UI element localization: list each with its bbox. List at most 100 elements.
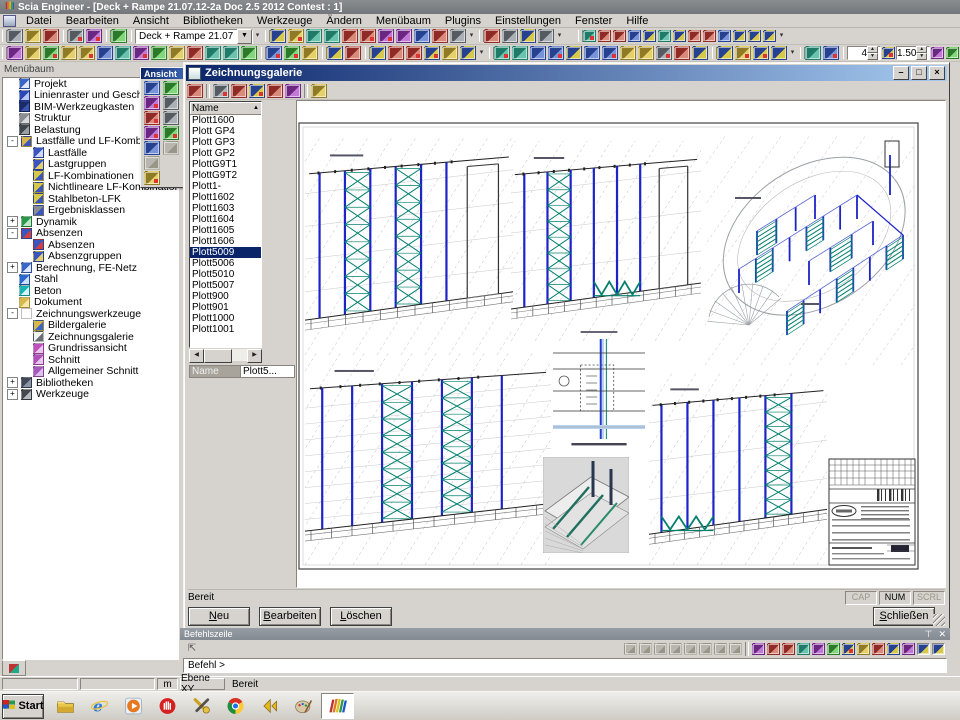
collapse-icon[interactable]: - — [7, 136, 18, 147]
document-window-icon[interactable] — [3, 15, 16, 27]
view-side-icon[interactable] — [703, 30, 716, 42]
arch-icon[interactable] — [133, 46, 149, 60]
tree-item-zeichnungswerkzeuge[interactable]: -Zeichnungswerkzeuge — [3, 308, 178, 320]
minimize-button[interactable]: – — [893, 66, 909, 80]
insert-wizard-icon[interactable] — [187, 84, 203, 98]
hscroll-thumb[interactable] — [204, 349, 232, 363]
copy-icon[interactable] — [370, 46, 386, 60]
save-project-icon[interactable] — [43, 29, 59, 43]
plot-list-item[interactable]: Plott1001 — [190, 324, 261, 335]
tree-item-absenzgruppen[interactable]: Absenzgruppen — [3, 251, 178, 263]
plot-list-item[interactable]: Plott5006 — [190, 258, 261, 269]
activity-clipping-icon[interactable] — [602, 46, 618, 60]
select-by-cursor-icon[interactable] — [494, 46, 510, 60]
edge-snap-icon[interactable] — [857, 643, 870, 655]
resize-grip[interactable] — [933, 614, 945, 626]
store-view-icon[interactable] — [163, 141, 179, 155]
expand-icon[interactable]: + — [7, 216, 18, 227]
new-button[interactable]: Neu — [188, 607, 250, 626]
endpoint-snap-icon[interactable] — [812, 643, 825, 655]
redo-icon[interactable] — [86, 29, 102, 43]
view-manager-icon[interactable] — [771, 46, 787, 60]
select-all-icon[interactable] — [548, 46, 564, 60]
zoom-window-icon[interactable] — [144, 126, 160, 140]
rib-icon[interactable] — [115, 46, 131, 60]
plot-list-item[interactable]: PlottG9T1 — [190, 159, 261, 170]
edit-plot-icon[interactable] — [213, 84, 229, 98]
menu-item-plugins[interactable]: Plugins — [438, 15, 488, 27]
command-panel-titlebar[interactable]: Befehlszeile ⊤ ✕ — [180, 628, 950, 640]
tree-item-stahlbeton-lfk[interactable]: Stahlbeton-LFK — [3, 193, 178, 205]
dot-grid-snap-icon[interactable] — [917, 643, 930, 655]
menu-item-bearbeiten[interactable]: Bearbeiten — [59, 15, 126, 27]
printer-icon[interactable] — [396, 29, 412, 43]
plot-list-item[interactable]: Plott1602 — [190, 192, 261, 203]
beam-icon[interactable] — [43, 46, 59, 60]
taskbar-paint-palette-app[interactable] — [287, 693, 320, 719]
copy-plot-icon[interactable] — [231, 84, 247, 98]
menu-item-werkzeuge[interactable]: Werkzeuge — [250, 15, 319, 27]
pin-icon[interactable]: ⊤ — [925, 629, 933, 640]
project-selector[interactable]: Deck + Rampe 21.07▼ — [135, 29, 253, 44]
shading-icon[interactable] — [638, 46, 654, 60]
close-icon[interactable]: ✕ — [938, 629, 946, 640]
view-y-icon[interactable] — [163, 81, 179, 95]
dimensions-icon[interactable] — [692, 46, 708, 60]
new-project-icon[interactable] — [7, 29, 23, 43]
maximize-button[interactable]: □ — [911, 66, 927, 80]
toggle-snap-icon[interactable] — [327, 46, 343, 60]
export-view-icon[interactable] — [735, 46, 751, 60]
window-layout-icon[interactable] — [111, 29, 127, 43]
delete-view-icon[interactable] — [144, 156, 160, 170]
view-x-icon[interactable] — [144, 81, 160, 95]
truss-icon[interactable] — [151, 46, 167, 60]
delete-icon[interactable] — [460, 46, 476, 60]
mirror-icon[interactable] — [406, 46, 422, 60]
tree-item-absenzen[interactable]: Absenzen — [3, 239, 178, 251]
scale-apply-icon[interactable] — [882, 47, 895, 59]
table-input-icon[interactable] — [932, 643, 945, 655]
menu-item-ansicht[interactable]: Ansicht — [126, 15, 176, 27]
plot-list-item[interactable]: Plott900 — [190, 291, 261, 302]
close-button[interactable]: Schließen — [873, 607, 935, 626]
tree-item-bildergalerie[interactable]: Bildergalerie — [3, 320, 178, 332]
comments-icon[interactable] — [538, 29, 554, 43]
picture-gallery-icon[interactable] — [324, 29, 340, 43]
rendering-icon[interactable] — [656, 46, 672, 60]
print-plot-icon[interactable] — [267, 84, 283, 98]
print-view-icon[interactable] — [753, 46, 769, 60]
tree-item-absenzen[interactable]: -Absenzen — [3, 228, 178, 240]
menu-item-menbaum[interactable]: Menübaum — [369, 15, 438, 27]
plot-list-header[interactable]: Name ▲ — [190, 102, 261, 115]
zoom-all-icon[interactable] — [163, 126, 179, 140]
point-select-icon[interactable] — [639, 643, 652, 655]
print-data-icon[interactable] — [288, 29, 304, 43]
node-icon[interactable] — [302, 46, 318, 60]
taskbar-internet-explorer[interactable]: e — [83, 693, 116, 719]
ucs-pan-icon[interactable] — [658, 30, 671, 42]
report-icon[interactable] — [450, 29, 466, 43]
collapse-icon[interactable]: - — [7, 308, 18, 319]
rotate-animation-icon[interactable] — [931, 47, 944, 59]
invert-select-icon[interactable] — [714, 643, 727, 655]
plot-list-item[interactable]: Plott GP3 — [190, 137, 261, 148]
undo-icon[interactable] — [68, 29, 84, 43]
select-by-window-icon[interactable] — [512, 46, 528, 60]
menu-item-ndern[interactable]: Ändern — [319, 15, 368, 27]
cancel-select-icon[interactable] — [669, 643, 682, 655]
dialog-titlebar[interactable]: Zeichnungsgalerie – □ × — [186, 65, 947, 81]
chevron-down-icon[interactable]: ▼ — [237, 29, 252, 44]
tree-item-ergebnisklassen[interactable]: Ergebnisklassen — [3, 205, 178, 217]
plot-list-item[interactable]: Plott1000 — [190, 313, 261, 324]
ucs-front-icon[interactable] — [598, 30, 611, 42]
zoom-in-icon[interactable] — [144, 111, 160, 125]
activity-onoff-icon[interactable] — [620, 46, 636, 60]
edit-button[interactable]: Bearbeiten — [259, 607, 321, 626]
open-view-icon[interactable] — [144, 141, 160, 155]
zoom-out-icon[interactable] — [163, 111, 179, 125]
select-previous-icon[interactable] — [530, 46, 546, 60]
plot-list-item[interactable]: Plott5010 — [190, 269, 261, 280]
move-select-icon[interactable] — [699, 643, 712, 655]
hinge-icon[interactable] — [205, 46, 221, 60]
ucs-rotate-icon[interactable] — [643, 30, 656, 42]
